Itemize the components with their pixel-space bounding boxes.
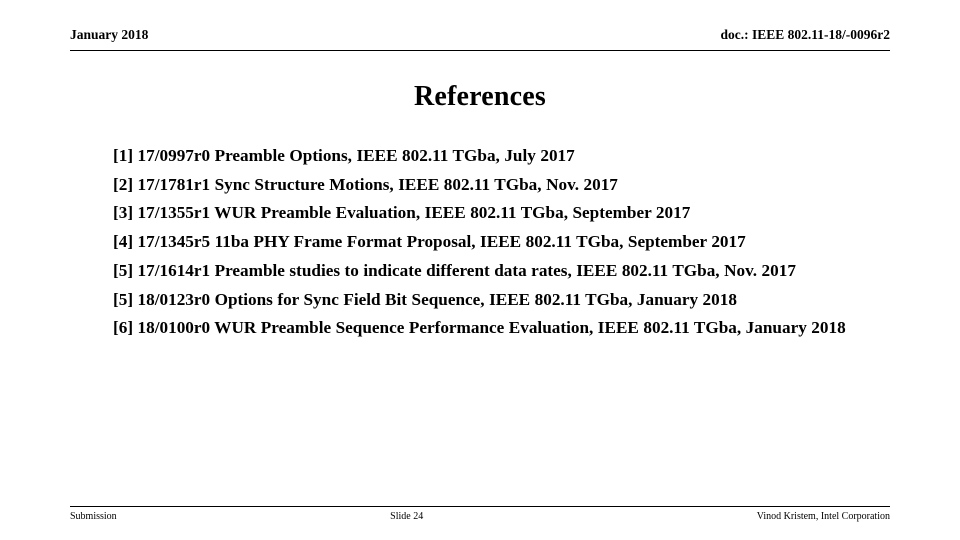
list-item: [3] 17/1355r1 WUR Preamble Evaluation, I… [113,203,691,223]
footer-author: Vinod Kristem, Intel Corporation [756,511,890,522]
slide: January 2018 doc.: IEEE 802.11-18/-0096r… [0,0,960,540]
header-row: January 2018 doc.: IEEE 802.11-18/-0096r… [70,26,890,43]
list-item: [5] 18/0123r0 Options for Sync Field Bit… [113,289,737,309]
list-item: [2] 17/1781r1 Sync Structure Motions, IE… [113,174,618,194]
header-date: January 2018 [70,27,149,42]
slide-footer: Submission Slide 24 Vinod Kristem, Intel… [70,510,890,523]
page-title: References [413,81,547,112]
list-item: [6] 18/0100r0 WUR Preamble Sequence Perf… [113,318,846,338]
footer-submission-label: Submission [70,511,117,522]
header-divider [70,50,890,51]
list-item: [5] 17/1614r1 Preamble studies to indica… [113,260,796,280]
header-document-id: doc.: IEEE 802.11-18/-0096r2 [720,27,890,42]
footer-divider [70,506,890,507]
references-list: [1] 17/0997r0 Preamble Options, IEEE 802… [113,142,881,343]
footer-slide-number: Slide 24 [390,511,424,522]
list-item: [4] 17/1345r5 11ba PHY Frame Format Prop… [113,232,746,252]
slide-header: January 2018 doc.: IEEE 802.11-18/-0096r… [70,26,890,52]
list-item: [1] 17/0997r0 Preamble Options, IEEE 802… [113,146,575,165]
